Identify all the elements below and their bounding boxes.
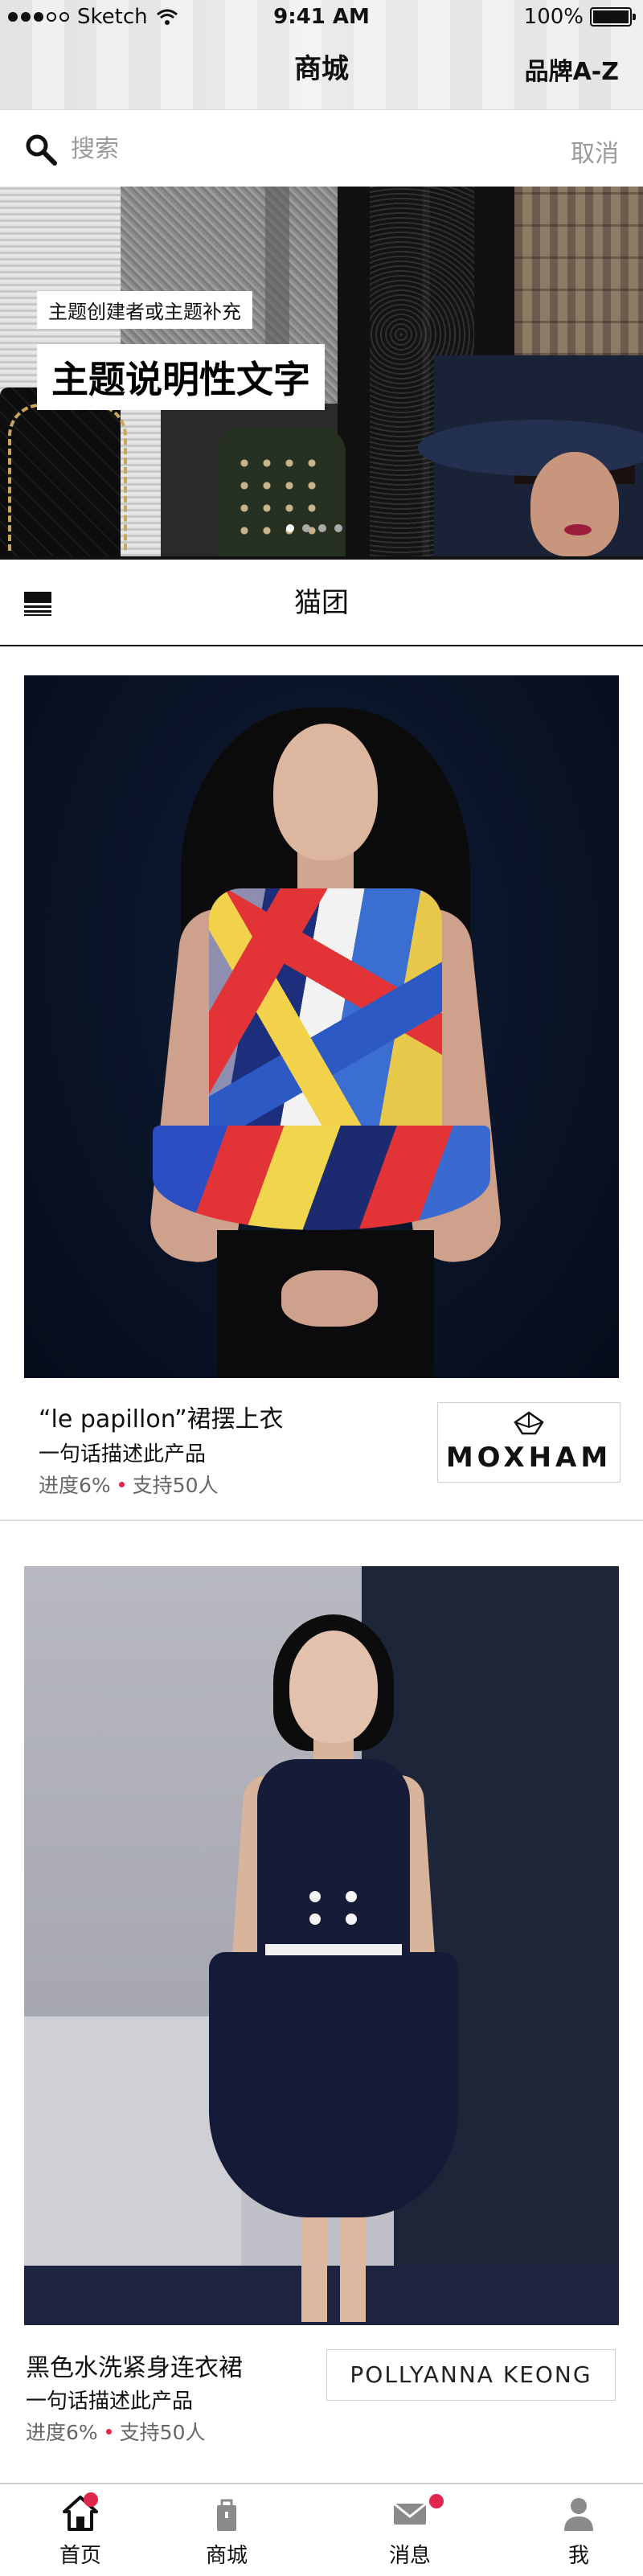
search-icon[interactable] xyxy=(24,133,58,166)
notification-badge xyxy=(84,2492,98,2507)
banner-hat-brim xyxy=(418,420,643,476)
product-description: 一句话描述此产品 xyxy=(39,1442,207,1466)
product-1-peplum xyxy=(153,1126,490,1230)
brand-logo-moxham[interactable]: MOXHAM xyxy=(437,1402,620,1483)
banner-page-indicator[interactable] xyxy=(286,524,342,532)
product-2-button xyxy=(309,1914,321,1925)
banner-model-face xyxy=(530,452,619,556)
brand-name: POLLYANNA KEONG xyxy=(350,2361,592,2388)
page-dot[interactable] xyxy=(318,524,326,532)
product-image-1[interactable] xyxy=(24,675,619,1378)
product-1-hands xyxy=(281,1270,378,1327)
product-2-belt xyxy=(265,1944,402,1955)
banner-subtitle: 主题创建者或主题补充 xyxy=(37,291,252,329)
supporters-label: 支持50人 xyxy=(132,1474,219,1497)
tab-label: 消息 xyxy=(388,2544,431,2568)
separator-dot xyxy=(105,2428,112,2434)
banner-model-lips xyxy=(564,524,592,535)
tab-home[interactable]: 首页 xyxy=(0,2483,161,2574)
banner-headline: 主题说明性文字 xyxy=(37,344,325,410)
battery-icon xyxy=(590,7,636,27)
product-meta: 进度6% 支持50人 xyxy=(39,1470,218,1499)
product-name[interactable]: 黑色水洗紧身连衣裙 xyxy=(26,2348,243,2383)
product-2-bodice xyxy=(257,1759,410,1960)
nav-header: Sketch 9:41 AM 100% 商城 品牌A-Z xyxy=(0,0,643,109)
banner-bag-chain xyxy=(8,404,127,552)
product-image-2[interactable] xyxy=(24,1566,619,2325)
progress-label: 进度6% xyxy=(39,1474,111,1497)
brand-logo-pollyanna-keong[interactable]: POLLYANNA KEONG xyxy=(326,2349,616,2401)
separator-dot xyxy=(118,1481,125,1487)
product-description: 一句话描述此产品 xyxy=(26,2389,194,2414)
brand-name: MOXHAM xyxy=(445,1442,612,1474)
product-2-face xyxy=(289,1631,378,1743)
person-icon xyxy=(564,2498,593,2531)
status-bar: Sketch 9:41 AM 100% xyxy=(0,0,643,35)
tab-me[interactable]: 我 xyxy=(498,2483,643,2574)
featured-banner[interactable]: 主题创建者或主题补充 主题说明性文字 xyxy=(0,187,643,556)
tab-label: 我 xyxy=(567,2544,589,2568)
progress-label: 进度6% xyxy=(26,2421,98,2444)
moxham-logo-icon xyxy=(514,1411,544,1435)
product-name[interactable]: “le papillon”裙摆上衣 xyxy=(39,1399,284,1434)
search-input[interactable] xyxy=(69,125,522,172)
page-dot[interactable] xyxy=(302,524,310,532)
banner-building-lines xyxy=(514,187,643,355)
product-2-button xyxy=(346,1914,357,1925)
product-divider xyxy=(0,1520,643,1521)
brand-az-button[interactable]: 品牌A-Z xyxy=(525,51,619,87)
tab-label: 商城 xyxy=(205,2544,248,2568)
battery-label: 100% xyxy=(523,5,584,29)
shop-icon xyxy=(217,2499,236,2531)
product-2-button xyxy=(309,1891,321,1902)
product-2-skirt xyxy=(209,1952,458,2217)
product-2-button xyxy=(346,1891,357,1902)
notification-badge xyxy=(429,2494,444,2508)
cancel-button[interactable]: 取消 xyxy=(571,133,619,169)
status-right: 100% xyxy=(523,5,636,29)
section-title: 猫团 xyxy=(294,587,349,619)
tab-label: 首页 xyxy=(59,2544,101,2568)
supporters-label: 支持50人 xyxy=(119,2421,206,2444)
page-dot-active[interactable] xyxy=(286,524,294,532)
tab-shop[interactable]: 商城 xyxy=(146,2483,307,2574)
product-1-face xyxy=(273,724,378,860)
product-2-legs xyxy=(301,2201,366,2322)
mail-icon xyxy=(393,2502,427,2525)
tab-messages[interactable]: 消息 xyxy=(330,2483,490,2574)
page-dot[interactable] xyxy=(334,524,342,532)
product-meta: 进度6% 支持50人 xyxy=(26,2417,205,2446)
